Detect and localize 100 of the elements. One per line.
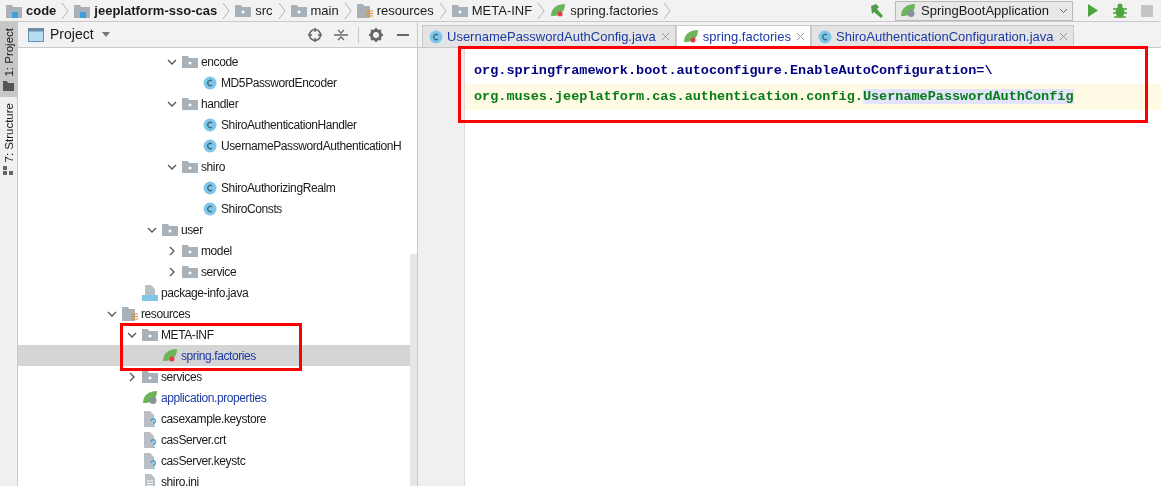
tree-row[interactable]: ShiroConsts — [18, 198, 410, 219]
folder-icon — [451, 4, 468, 17]
tree-row[interactable]: ShiroAuthorizingRealm — [18, 177, 410, 198]
separator-chevron-icon — [343, 1, 352, 20]
tree-row[interactable]: handler — [18, 93, 410, 114]
folder-icon — [182, 160, 198, 173]
folder-icon — [235, 4, 252, 17]
folder-icon — [182, 97, 198, 110]
unknown-file-icon — [142, 452, 158, 469]
structure-icon — [3, 166, 14, 177]
code-line: org.muses.jeeplatform.cas.authentication.config.UsernamePasswordAuthConfig — [473, 87, 1074, 106]
code-line: org.springframework.boot.autoconfigure.EnableAutoConfiguration=\ — [473, 61, 993, 80]
tree-label: UsernamePasswordAuthenticationH — [221, 137, 402, 155]
tool-window-tab[interactable]: 1: Project — [0, 22, 17, 97]
tree-row[interactable]: casexample.keystore — [18, 408, 410, 429]
tree-label: spring.factories — [181, 347, 256, 365]
tree-row[interactable]: service — [18, 261, 410, 282]
folder-icon — [182, 55, 198, 68]
close-icon[interactable] — [797, 33, 804, 40]
folder-icon — [162, 223, 178, 236]
tree-row[interactable]: application.properties — [18, 387, 410, 408]
tree-row[interactable]: shiro — [18, 156, 410, 177]
tree-row[interactable]: model — [18, 240, 410, 261]
spring-leaf-icon — [162, 348, 178, 363]
breadcrumb-item[interactable]: jeeplatform-sso-cas — [72, 0, 220, 21]
tree-label: ShiroConsts — [221, 200, 282, 218]
run-configuration-dropdown[interactable]: SpringBootApplication — [895, 0, 1073, 21]
tool-window-tab[interactable]: 7: Structure — [0, 96, 17, 183]
tree-label: services — [161, 368, 202, 386]
java-file-icon — [142, 284, 158, 301]
separator-chevron-icon — [222, 1, 231, 20]
tree-row[interactable]: META-INF — [18, 324, 410, 345]
panel-title[interactable]: Project — [50, 24, 94, 45]
class-icon — [203, 180, 217, 195]
collapse-all-icon[interactable] — [334, 27, 348, 42]
separator-chevron-icon — [663, 1, 672, 20]
tree-row[interactable]: MD5PasswordEncoder — [18, 72, 410, 93]
spring-leaf-icon — [682, 29, 699, 44]
run-icon[interactable] — [1087, 4, 1099, 17]
breadcrumb-item[interactable]: META-INF — [449, 0, 535, 21]
folder-icon — [142, 328, 158, 341]
spring-properties-icon — [900, 3, 918, 18]
tree-row[interactable]: shiro.ini — [18, 471, 410, 486]
folder-icon — [182, 265, 198, 278]
scrollbar-thumb[interactable] — [410, 254, 417, 486]
unknown-file-icon — [142, 410, 158, 427]
settings-icon[interactable] — [369, 27, 383, 42]
caret-icon[interactable] — [101, 32, 110, 37]
separator-chevron-icon — [537, 1, 546, 20]
tree-label: service — [201, 263, 237, 281]
editor-tab[interactable]: UsernamePasswordAuthConfig.java — [422, 25, 676, 47]
tree-row[interactable]: resources — [18, 303, 410, 324]
tree-row[interactable]: package-info.java — [18, 282, 410, 303]
breadcrumb-item[interactable]: spring.factories — [548, 0, 661, 21]
breadcrumb-item[interactable]: code — [4, 0, 59, 21]
tree-label: casServer.keystc — [161, 452, 246, 470]
module-folder-icon — [74, 3, 91, 18]
editor-tab[interactable]: ShiroAuthenticationConfiguration.java — [811, 25, 1074, 47]
tree-row[interactable]: spring.factories — [18, 345, 410, 366]
separator-chevron-icon — [438, 1, 447, 20]
tree-row[interactable]: casServer.crt — [18, 429, 410, 450]
locate-icon[interactable] — [308, 27, 322, 42]
tree-label: casServer.crt — [161, 431, 226, 449]
class-icon — [429, 29, 443, 44]
tree-row[interactable]: UsernamePasswordAuthenticationH — [18, 135, 410, 156]
tree-label: model — [201, 242, 232, 260]
resources-folder-icon — [122, 306, 138, 321]
module-folder-icon — [6, 3, 22, 18]
minimize-icon[interactable] — [397, 33, 409, 36]
caret-icon — [1059, 7, 1068, 14]
project-view-icon — [28, 27, 44, 42]
tree-label: resources — [141, 305, 191, 323]
tree-label: application.properties — [161, 389, 267, 407]
resources-folder-icon — [356, 3, 373, 18]
breadcrumb-item[interactable]: main — [288, 0, 341, 21]
spring-properties-icon — [141, 390, 159, 405]
breadcrumb-item[interactable]: resources — [354, 0, 436, 21]
class-icon — [203, 117, 217, 132]
tree-row[interactable]: user — [18, 219, 410, 240]
tree-label: handler — [201, 95, 239, 113]
editor-tab[interactable]: spring.factories — [675, 25, 811, 47]
unknown-file-icon — [142, 431, 158, 448]
separator-chevron-icon — [61, 1, 70, 20]
separator-chevron-icon — [277, 1, 286, 20]
folder-icon — [142, 370, 158, 383]
breadcrumb-item[interactable]: src — [233, 0, 275, 21]
tree-label: user — [181, 221, 203, 239]
tree-row[interactable]: casServer.keystc — [18, 450, 410, 471]
tree-row[interactable]: encode — [18, 51, 410, 72]
tree-label: casexample.keystore — [161, 410, 267, 428]
folder-icon — [182, 244, 198, 257]
spring-leaf-icon — [550, 3, 567, 18]
class-icon — [203, 75, 217, 90]
tree-row[interactable]: ShiroAuthenticationHandler — [18, 114, 410, 135]
tree-label: ShiroAuthorizingRealm — [221, 179, 336, 197]
class-icon — [203, 201, 217, 216]
tree-label: ShiroAuthenticationHandler — [221, 116, 357, 134]
tree-label: shiro.ini — [161, 473, 199, 486]
tree-row[interactable]: services — [18, 366, 410, 387]
debug-bug-icon[interactable] — [1113, 3, 1127, 18]
